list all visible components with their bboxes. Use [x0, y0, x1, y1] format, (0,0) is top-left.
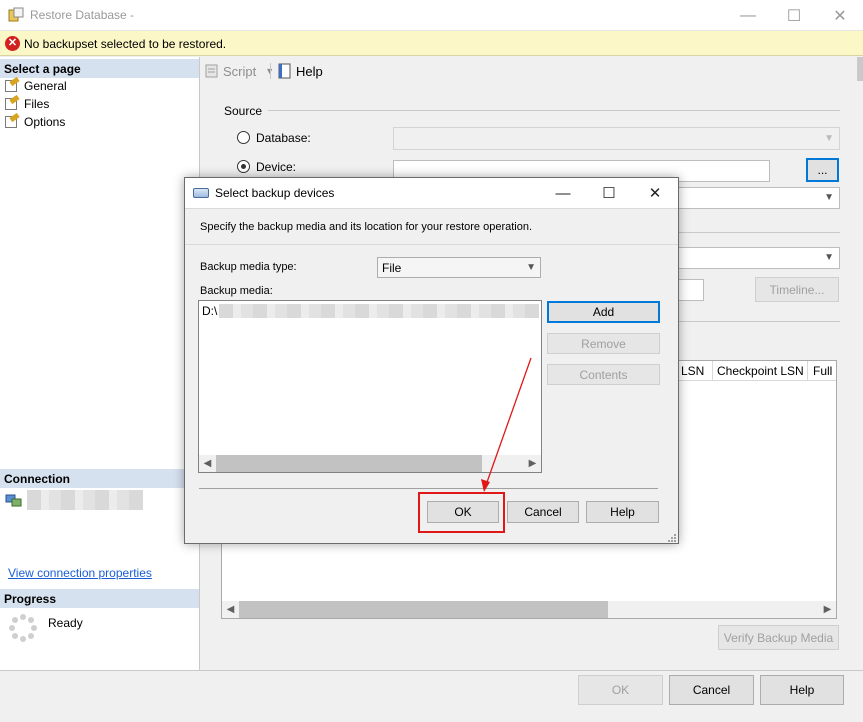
grid-column-header[interactable]: LSN [681, 364, 704, 378]
help-footer-button[interactable]: Help [760, 675, 844, 705]
restore-to-field[interactable] [678, 279, 704, 301]
remove-button[interactable]: Remove [547, 333, 660, 354]
dialog-icon [193, 188, 209, 198]
cancel-button[interactable]: Cancel [669, 675, 754, 705]
browse-button[interactable]: ... [806, 158, 839, 182]
media-path: D:\ [202, 304, 218, 318]
toolbar: Script ▼ Help [201, 57, 863, 84]
database-label: Database: [256, 131, 311, 145]
page-item-label: Files [24, 97, 50, 111]
annotation-highlight-box [418, 492, 505, 533]
page-item-files[interactable]: Files [4, 94, 50, 113]
page-scrollbar-thumb[interactable] [857, 57, 863, 81]
page-item-label: Options [24, 115, 66, 129]
progress-status: Ready [48, 616, 83, 630]
database-combo[interactable]: ▼ [393, 127, 840, 150]
contents-button[interactable]: Contents [547, 364, 660, 385]
ok-button[interactable]: OK [578, 675, 663, 705]
page-item-general[interactable]: General [4, 76, 67, 95]
scrollbar-thumb[interactable] [216, 455, 482, 472]
maximize-button[interactable]: ☐ [771, 0, 817, 31]
app-icon [8, 7, 24, 22]
database-select-combo[interactable]: ▼ [678, 187, 840, 209]
error-message: No backupset selected to be restored. [24, 37, 227, 51]
list-item[interactable]: D:\ [202, 303, 540, 319]
dialog-close-button[interactable]: ✕ [632, 178, 678, 208]
chevron-down-icon: ▼ [824, 252, 834, 263]
select-backup-devices-dialog: Select backup devices — ☐ ✕ Specify the … [184, 177, 679, 544]
scrollbar-thumb[interactable] [239, 601, 608, 618]
destination-combo[interactable]: ▼ [678, 247, 840, 269]
annotation-arrow [481, 357, 532, 492]
page-icon [4, 76, 20, 93]
error-icon: ✕ [5, 36, 20, 51]
scroll-left-icon[interactable]: ◀ [199, 455, 216, 472]
media-path-redacted [219, 304, 540, 318]
timeline-button[interactable]: Timeline... [755, 277, 839, 302]
page-item-options[interactable]: Options [4, 112, 66, 131]
device-radio[interactable] [237, 160, 250, 173]
footer-bar: OK Cancel Help [0, 670, 863, 722]
resize-grip-icon[interactable] [665, 531, 677, 543]
page-icon [4, 94, 20, 111]
chevron-down-icon: ▼ [526, 262, 536, 273]
connection-server-redacted [27, 490, 143, 510]
scroll-left-icon[interactable]: ◀ [222, 601, 239, 618]
media-type-combo[interactable]: File ▼ [377, 257, 541, 278]
device-label: Device: [256, 160, 297, 174]
spinner-icon [9, 614, 37, 642]
database-radio[interactable] [237, 131, 250, 144]
window-title: Restore Database - [30, 8, 135, 22]
script-label: Script [223, 63, 257, 79]
dialog-title-bar: Select backup devices — ☐ ✕ [185, 178, 678, 208]
source-divider [266, 110, 840, 111]
minimize-button[interactable]: — [725, 0, 771, 31]
dialog-instruction: Specify the backup media and its locatio… [200, 221, 533, 233]
script-icon [205, 64, 218, 78]
select-page-header: Select a page [0, 59, 199, 78]
grid-column-header[interactable]: Full LS [813, 364, 835, 378]
destination-divider [678, 232, 840, 233]
media-type-value: File [382, 261, 402, 275]
progress-header: Progress [0, 589, 199, 608]
chevron-down-icon: ▼ [824, 192, 834, 203]
error-bar: ✕ No backupset selected to be restored. [0, 31, 863, 56]
grid-column-header[interactable]: Checkpoint LSN [717, 364, 804, 378]
title-bar: Restore Database - — ☐ ✕ [0, 0, 863, 31]
scroll-right-icon[interactable]: ▶ [819, 601, 836, 618]
source-group-label: Source [224, 104, 269, 118]
backup-media-label: Backup media: [200, 285, 273, 297]
help-icon [278, 63, 291, 79]
dialog-maximize-button[interactable]: ☐ [586, 178, 632, 208]
close-button[interactable]: ✕ [817, 0, 863, 31]
dialog-footer-divider [199, 488, 658, 489]
media-type-label: Backup media type: [200, 261, 297, 273]
dialog-help-button[interactable]: Help [586, 501, 659, 523]
connection-header: Connection [0, 469, 199, 488]
add-button[interactable]: Add [547, 301, 660, 323]
help-label: Help [296, 63, 323, 79]
chevron-down-icon: ▼ [824, 133, 834, 144]
verify-backup-media-button[interactable]: Verify Backup Media [718, 625, 839, 650]
backupsets-divider [678, 321, 840, 322]
left-pane: Select a page General Files Options Conn… [0, 57, 200, 670]
script-button[interactable]: Script ▼ [204, 62, 274, 80]
grid-horizontal-scrollbar[interactable]: ◀ ▶ [222, 601, 836, 618]
page-icon [4, 112, 20, 129]
page-item-label: General [24, 79, 67, 93]
dialog-title: Select backup devices [215, 186, 335, 200]
help-button[interactable]: Help [277, 62, 323, 80]
toolbar-separator [270, 63, 271, 79]
dialog-minimize-button[interactable]: — [540, 178, 586, 208]
view-connection-properties-link[interactable]: View connection properties [8, 566, 152, 580]
dialog-cancel-button[interactable]: Cancel [507, 501, 579, 523]
connection-icon [5, 494, 22, 507]
